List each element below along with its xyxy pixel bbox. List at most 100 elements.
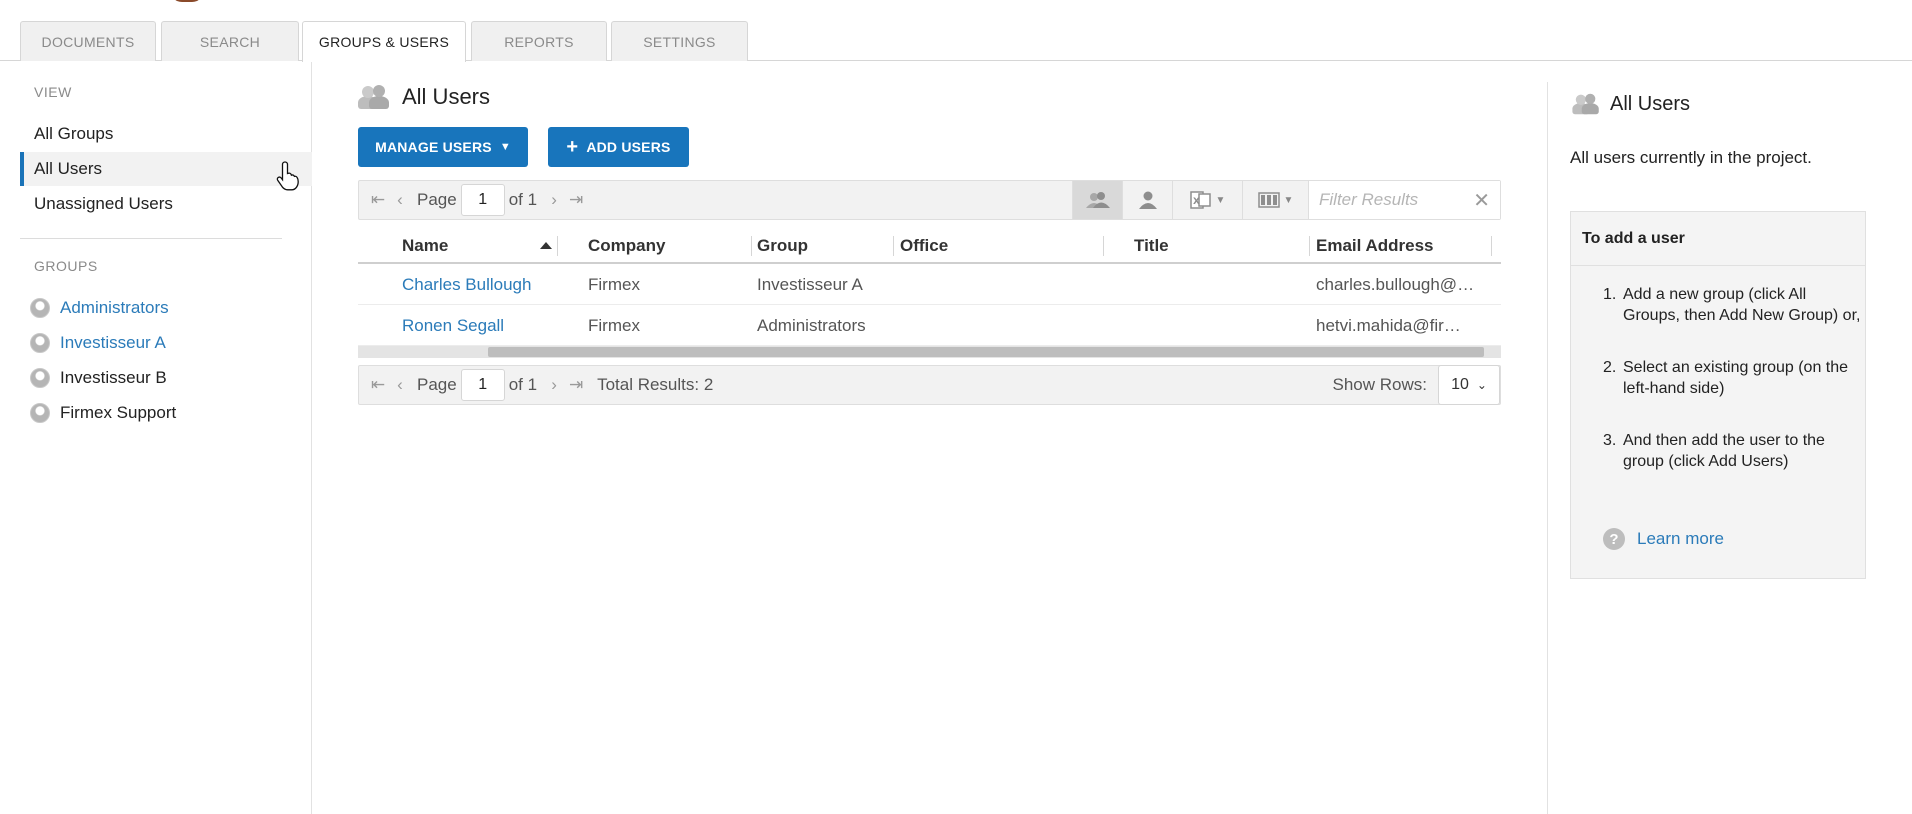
users-table: Name Company Group Office Title Email Ad… (358, 228, 1501, 346)
step-number: 2. (1603, 359, 1617, 376)
next-page-icon[interactable]: › (543, 375, 565, 395)
prev-page-icon[interactable]: ‹ (389, 375, 411, 395)
sidebar-item-all-users[interactable]: All Users (20, 152, 312, 186)
show-rows-select[interactable]: 10 ⌄ (1438, 365, 1500, 405)
export-excel-button[interactable]: X ▼ (1172, 181, 1242, 219)
column-header-name[interactable]: Name (396, 228, 448, 264)
first-page-icon[interactable]: ⇤ (367, 190, 389, 210)
page-of-label: of 1 (508, 375, 538, 394)
step-text: And then add the user to the group (clic… (1623, 432, 1825, 470)
table-row[interactable]: Ronen Segall Firmex Administrators hetvi… (358, 305, 1501, 346)
manage-users-button[interactable]: MANAGE USERS ▼ (358, 127, 528, 167)
sidebar-item-unassigned-users[interactable]: Unassigned Users (20, 187, 312, 221)
add-users-button[interactable]: + ADD USERS (548, 127, 689, 167)
panel-description: All users currently in the project. (1570, 148, 1812, 167)
help-step: 1. Add a new group (click All Groups, th… (1603, 284, 1865, 326)
step-number: 1. (1603, 286, 1617, 303)
panel-title: All Users (1570, 92, 1690, 116)
caret-down-icon: ▼ (1215, 194, 1226, 206)
table-row[interactable]: Charles Bullough Firmex Investisseur A c… (358, 264, 1501, 305)
user-view-button[interactable] (1122, 181, 1172, 219)
manage-users-label: MANAGE USERS (375, 139, 492, 155)
group-label: Firmex Support (60, 403, 177, 422)
add-user-help-box: To add a user 1. Add a new group (click … (1570, 211, 1866, 579)
horizontal-scrollbar[interactable] (358, 346, 1501, 358)
step-number: 3. (1603, 432, 1617, 449)
page-number-input[interactable] (460, 369, 505, 401)
add-users-label: ADD USERS (586, 139, 671, 155)
group-item-investisseur-a[interactable]: Investisseur A (30, 328, 166, 358)
help-step: 3. And then add the user to the group (c… (1603, 430, 1865, 472)
user-title (1128, 305, 1308, 346)
show-rows-value: 10 (1451, 376, 1469, 393)
tab-groups-users[interactable]: GROUPS & USERS (302, 21, 466, 62)
user-group: Investisseur A (757, 274, 863, 294)
tab-reports[interactable]: REPORTS (471, 21, 607, 61)
group-view-button[interactable] (1072, 181, 1122, 219)
user-name-link[interactable]: Charles Bullough (396, 264, 576, 305)
sidebar-item-all-groups[interactable]: All Groups (20, 117, 312, 151)
left-sidebar: VIEW All Groups All Users Unassigned Use… (0, 62, 312, 814)
group-icon (30, 298, 50, 318)
first-page-icon[interactable]: ⇤ (367, 375, 389, 395)
svg-text:X: X (1193, 197, 1200, 207)
show-rows-label: Show Rows: (1332, 375, 1427, 394)
next-page-icon[interactable]: › (543, 190, 565, 210)
user-name-link[interactable]: Ronen Segall (396, 305, 576, 346)
user-office (894, 305, 1099, 346)
user-company: Firmex (588, 315, 640, 335)
sidebar-divider (20, 238, 282, 239)
users-icon (1572, 93, 1599, 115)
total-results: Total Results: 2 (597, 375, 714, 394)
user-title (1128, 264, 1308, 305)
last-page-icon[interactable]: ⇥ (565, 375, 587, 395)
group-item-administrators[interactable]: Administrators (30, 293, 169, 323)
filter-results-input[interactable]: Filter Results ✕ (1308, 181, 1500, 219)
page-number-input[interactable] (460, 184, 505, 216)
scrollbar-thumb[interactable] (488, 347, 1484, 357)
grid-footer-pager: ⇤ ‹ Page of 1 › ⇥ Total Results: 2 Show … (358, 365, 1501, 405)
column-header-company[interactable]: Company (582, 228, 665, 264)
learn-more-link[interactable]: ? Learn more (1603, 528, 1724, 550)
sort-ascending-icon (540, 242, 552, 249)
grid-toolbar: ⇤ ‹ Page of 1 › ⇥ X ▼ ▼ Filter Results ✕ (358, 180, 1501, 220)
tab-settings[interactable]: SETTINGS (611, 21, 748, 61)
column-header-office[interactable]: Office (894, 228, 948, 264)
prev-page-icon[interactable]: ‹ (389, 190, 411, 210)
table-header: Name Company Group Office Title Email Ad… (358, 228, 1501, 264)
group-label: Administrators (60, 298, 169, 317)
last-page-icon[interactable]: ⇥ (565, 190, 587, 210)
column-header-email[interactable]: Email Address (1310, 228, 1433, 264)
page-of-label: of 1 (508, 190, 538, 209)
clear-filter-icon[interactable]: ✕ (1473, 188, 1490, 213)
tab-documents[interactable]: DOCUMENTS (20, 21, 156, 61)
view-heading: VIEW (34, 84, 72, 100)
column-header-title[interactable]: Title (1128, 228, 1169, 264)
group-item-firmex-support[interactable]: Firmex Support (30, 398, 176, 428)
learn-more-text: Learn more (1637, 529, 1724, 548)
page-title-text: All Users (402, 84, 491, 109)
caret-down-icon: ▼ (499, 141, 511, 153)
help-steps: 1. Add a new group (click All Groups, th… (1603, 284, 1865, 503)
excel-icon: X (1189, 191, 1211, 209)
help-heading: To add a user (1571, 212, 1865, 266)
page-label: Page (417, 375, 457, 394)
column-header-group[interactable]: Group (751, 228, 808, 264)
group-item-investisseur-b[interactable]: Investisseur B (30, 363, 167, 393)
users-icon (358, 85, 390, 109)
tab-search[interactable]: SEARCH (161, 21, 299, 61)
panel-title-text: All Users (1610, 92, 1691, 115)
filter-placeholder: Filter Results (1319, 190, 1419, 209)
group-label: Investisseur A (60, 333, 166, 352)
columns-button[interactable]: ▼ (1242, 181, 1308, 219)
plus-icon: + (566, 135, 579, 158)
user-icon (1138, 191, 1157, 209)
groups-heading: GROUPS (34, 258, 98, 274)
page-title: All Users (358, 82, 490, 112)
group-icon (30, 368, 50, 388)
step-text: Select an existing group (on the left-ha… (1623, 359, 1849, 397)
user-group: Administrators (757, 315, 866, 335)
group-icon (30, 333, 50, 353)
user-email: charles.bullough@… (1316, 274, 1475, 294)
group-icon (30, 403, 50, 423)
